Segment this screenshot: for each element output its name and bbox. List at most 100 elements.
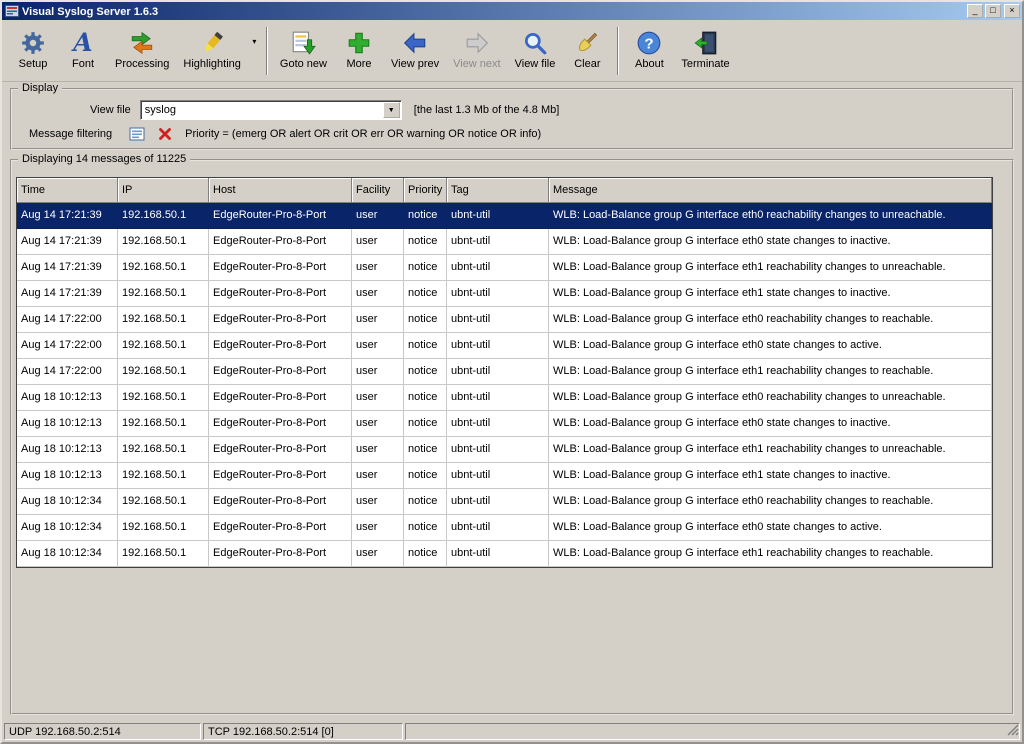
edit-filter-button[interactable] xyxy=(129,126,145,142)
cell-facility: user xyxy=(352,359,404,385)
arrow-right-icon xyxy=(464,27,490,58)
terminate-button[interactable]: Terminate xyxy=(674,23,736,79)
titlebar: Visual Syslog Server 1.6.3 _ □ × xyxy=(2,2,1022,20)
about-button[interactable]: ? About xyxy=(624,23,674,79)
highlighting-button[interactable]: Highlighting xyxy=(176,23,247,79)
cell-message: WLB: Load-Balance group G interface eth0… xyxy=(549,203,992,229)
table-row[interactable]: Aug 14 17:21:39 192.168.50.1 EdgeRouter-Pr… xyxy=(17,203,992,229)
more-button[interactable]: More xyxy=(334,23,384,79)
cell-priority: notice xyxy=(404,229,447,255)
cell-message: WLB: Load-Balance group G interface eth0… xyxy=(549,333,992,359)
column-header-tag[interactable]: Tag xyxy=(447,178,549,203)
log-table: Time IP Host Facility Priority Tag Messa… xyxy=(16,177,993,568)
cell-tag: ubnt-util xyxy=(447,411,549,437)
table-row[interactable]: Aug 18 10:12:13 192.168.50.1 EdgeRouter-Pr… xyxy=(17,437,992,463)
view-prev-button-label: View prev xyxy=(391,58,440,70)
statusbar-empty-panel xyxy=(405,723,1020,740)
cell-priority: notice xyxy=(404,437,447,463)
cell-host: EdgeRouter-Pro-8-Port xyxy=(209,437,352,463)
table-row[interactable]: Aug 18 10:12:34 192.168.50.1 EdgeRouter-Pr… xyxy=(17,541,992,567)
view-file-button[interactable]: View file xyxy=(508,23,563,79)
toolbar: Setup A Font Processing Highlighting ▾ G… xyxy=(2,20,1022,82)
column-header-ip[interactable]: IP xyxy=(118,178,209,203)
clear-filter-button[interactable] xyxy=(158,127,172,141)
cell-tag: ubnt-util xyxy=(447,229,549,255)
svg-text:?: ? xyxy=(645,35,654,52)
about-button-label: About xyxy=(635,58,664,70)
cell-priority: notice xyxy=(404,489,447,515)
cell-priority: notice xyxy=(404,463,447,489)
resize-grip[interactable] xyxy=(1005,724,1019,739)
cell-message: WLB: Load-Balance group G interface eth0… xyxy=(549,385,992,411)
cell-priority: notice xyxy=(404,203,447,229)
processing-arrows-icon xyxy=(129,27,155,58)
view-prev-button[interactable]: View prev xyxy=(384,23,446,79)
more-button-label: More xyxy=(346,58,372,70)
table-row[interactable]: Aug 14 17:22:00 192.168.50.1 EdgeRouter-Pr… xyxy=(17,307,992,333)
view-file-label: View file xyxy=(90,103,131,116)
display-groupbox: Display View file syslog ▼ [the last 1.3… xyxy=(10,82,1014,150)
magnifier-icon xyxy=(522,27,548,58)
cell-facility: user xyxy=(352,515,404,541)
cell-host: EdgeRouter-Pro-8-Port xyxy=(209,411,352,437)
column-header-priority[interactable]: Priority xyxy=(404,178,447,203)
cell-priority: notice xyxy=(404,411,447,437)
table-row[interactable]: Aug 14 17:21:39 192.168.50.1 EdgeRouter-Pr… xyxy=(17,255,992,281)
minimize-button[interactable]: _ xyxy=(967,4,983,18)
cell-tag: ubnt-util xyxy=(447,437,549,463)
table-row[interactable]: Aug 18 10:12:13 192.168.50.1 EdgeRouter-Pr… xyxy=(17,385,992,411)
messages-group-title: Displaying 14 messages of 11225 xyxy=(18,153,191,165)
cell-time: Aug 18 10:12:34 xyxy=(17,541,118,567)
table-row[interactable]: Aug 14 17:21:39 192.168.50.1 EdgeRouter-Pr… xyxy=(17,281,992,307)
column-header-facility[interactable]: Facility xyxy=(352,178,404,203)
cell-priority: notice xyxy=(404,255,447,281)
maximize-button[interactable]: □ xyxy=(985,4,1001,18)
cell-facility: user xyxy=(352,281,404,307)
app-icon xyxy=(5,4,19,18)
terminate-icon xyxy=(693,27,719,58)
setup-button[interactable]: Setup xyxy=(8,23,58,79)
cell-message: WLB: Load-Balance group G interface eth1… xyxy=(549,463,992,489)
cell-host: EdgeRouter-Pro-8-Port xyxy=(209,463,352,489)
font-button[interactable]: A Font xyxy=(58,23,108,79)
close-button[interactable]: × xyxy=(1004,4,1020,18)
combo-dropdown-button[interactable]: ▼ xyxy=(382,102,400,118)
table-row[interactable]: Aug 14 17:22:00 192.168.50.1 EdgeRouter-Pr… xyxy=(17,333,992,359)
statusbar: UDP 192.168.50.2:514 TCP 192.168.50.2:51… xyxy=(2,722,1022,742)
table-row[interactable]: Aug 18 10:12:34 192.168.50.1 EdgeRouter-Pr… xyxy=(17,489,992,515)
cell-priority: notice xyxy=(404,307,447,333)
cell-ip: 192.168.50.1 xyxy=(118,541,209,567)
column-header-host[interactable]: Host xyxy=(209,178,352,203)
cell-ip: 192.168.50.1 xyxy=(118,463,209,489)
cell-tag: ubnt-util xyxy=(447,489,549,515)
cell-time: Aug 14 17:21:39 xyxy=(17,203,118,229)
table-row[interactable]: Aug 18 10:12:13 192.168.50.1 EdgeRouter-Pr… xyxy=(17,411,992,437)
table-row[interactable]: Aug 14 17:22:00 192.168.50.1 EdgeRouter-Pr… xyxy=(17,359,992,385)
view-next-button[interactable]: View next xyxy=(446,23,508,79)
column-header-time[interactable]: Time xyxy=(17,178,118,203)
priority-filter-text: Priority = (emerg OR alert OR crit OR er… xyxy=(185,128,542,140)
clear-button[interactable]: Clear xyxy=(562,23,612,79)
cell-time: Aug 18 10:12:13 xyxy=(17,437,118,463)
cell-priority: notice xyxy=(404,281,447,307)
processing-button[interactable]: Processing xyxy=(108,23,176,79)
cell-ip: 192.168.50.1 xyxy=(118,515,209,541)
cell-message: WLB: Load-Balance group G interface eth1… xyxy=(549,541,992,567)
table-row[interactable]: Aug 14 17:21:39 192.168.50.1 EdgeRouter-Pr… xyxy=(17,229,992,255)
goto-new-button[interactable]: Goto new xyxy=(273,23,334,79)
cell-host: EdgeRouter-Pro-8-Port xyxy=(209,229,352,255)
cell-message: WLB: Load-Balance group G interface eth1… xyxy=(549,359,992,385)
cell-tag: ubnt-util xyxy=(447,281,549,307)
cell-ip: 192.168.50.1 xyxy=(118,307,209,333)
cell-facility: user xyxy=(352,203,404,229)
table-row[interactable]: Aug 18 10:12:34 192.168.50.1 EdgeRouter-Pr… xyxy=(17,515,992,541)
cell-facility: user xyxy=(352,541,404,567)
cell-ip: 192.168.50.1 xyxy=(118,411,209,437)
cell-time: Aug 14 17:22:00 xyxy=(17,333,118,359)
cell-ip: 192.168.50.1 xyxy=(118,281,209,307)
highlighting-dropdown-button[interactable]: ▾ xyxy=(248,23,261,79)
table-row[interactable]: Aug 18 10:12:13 192.168.50.1 EdgeRouter-Pr… xyxy=(17,463,992,489)
view-file-combobox[interactable]: syslog ▼ xyxy=(139,99,402,120)
cell-priority: notice xyxy=(404,359,447,385)
column-header-message[interactable]: Message xyxy=(549,178,992,203)
